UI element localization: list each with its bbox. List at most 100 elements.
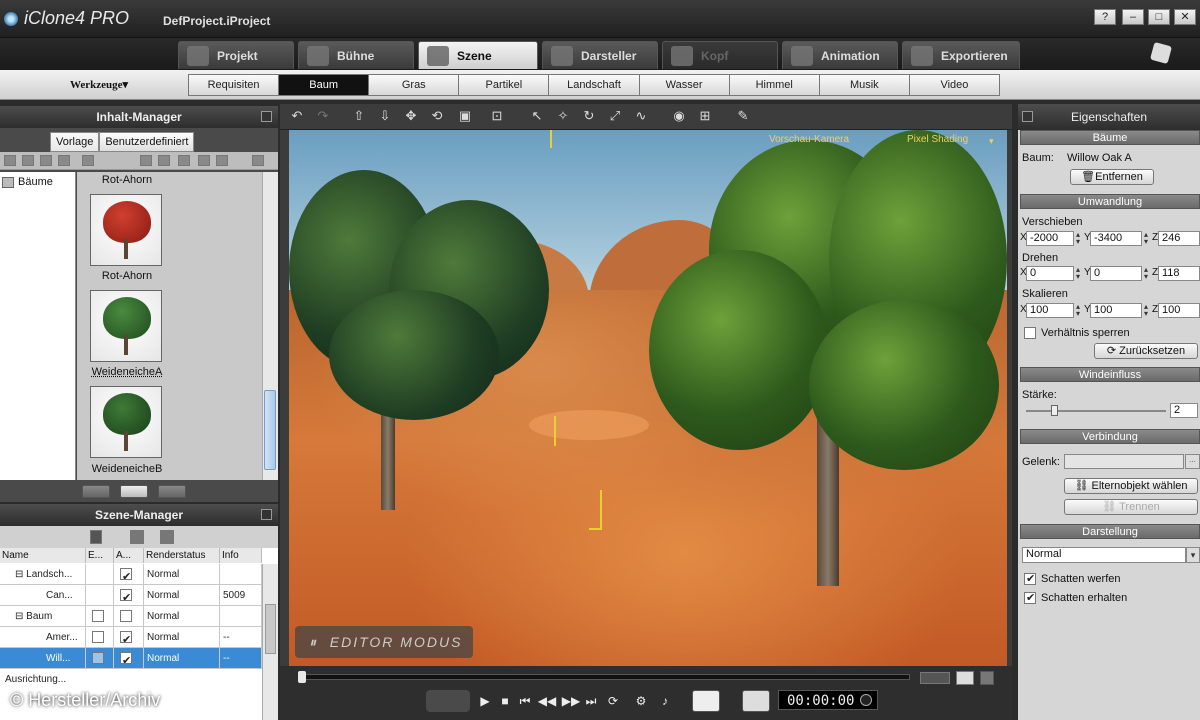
next-frame-icon[interactable]: ▶▶ (560, 690, 582, 712)
film-icon[interactable] (90, 530, 102, 544)
parent-button[interactable]: ⛓ Elternobjekt wählen (1064, 478, 1198, 494)
lock-icon[interactable] (980, 671, 994, 685)
thumb-weideneiche-b[interactable] (90, 386, 162, 458)
strength-input[interactable]: 2 (1170, 403, 1198, 418)
group-icon[interactable] (130, 530, 144, 544)
move-x-input[interactable]: -2000 (1026, 231, 1074, 246)
path-icon[interactable]: ∿ (634, 109, 648, 123)
subtab-wasser[interactable]: Wasser (639, 75, 730, 95)
ungroup-icon[interactable] (160, 530, 174, 544)
table-row[interactable]: ⊟ Baum Normal (0, 606, 262, 627)
col-name[interactable]: Name (0, 548, 86, 563)
delete-icon[interactable] (178, 155, 190, 166)
move-up-icon[interactable]: ⇧ (352, 109, 366, 123)
panel-collapse-icon[interactable] (261, 509, 272, 520)
select-icon[interactable]: ↖ (530, 109, 544, 123)
prev-frame-icon[interactable]: ◀◀ (536, 690, 558, 712)
spinner-icon[interactable]: ▴ ▾ (1142, 266, 1150, 281)
undo-icon[interactable]: ↶ (290, 109, 304, 123)
view-mode-icon[interactable] (216, 155, 228, 166)
camera-view-icon[interactable]: ◉ (672, 109, 686, 123)
clock-icon[interactable] (860, 694, 872, 706)
table-row[interactable]: Can... Normal 5009 (0, 585, 262, 606)
tab-kopf[interactable]: Kopf (662, 41, 778, 69)
active-checkbox[interactable] (120, 651, 132, 669)
3d-viewport[interactable]: Vorschau-Kamera Pixel Shading ▾ ⏸ EDITOR… (289, 130, 1007, 666)
col-e[interactable]: E... (86, 548, 114, 563)
thumb-rot-ahorn[interactable] (90, 194, 162, 266)
tools-menu[interactable]: Werkzeuge▾ (70, 78, 128, 91)
tab-buehne[interactable]: Bühne (298, 41, 414, 69)
scene-scrollbar-thumb[interactable] (265, 604, 276, 654)
col-a[interactable]: A... (114, 548, 144, 563)
tab-darsteller[interactable]: Darsteller (542, 41, 658, 69)
remove-button[interactable]: 🗑Entfernen (1070, 169, 1154, 185)
pick-icon[interactable]: ✧ (556, 109, 570, 123)
spinner-icon[interactable]: ▴ ▾ (1142, 303, 1150, 318)
section-darstellung[interactable]: Darstellung (1020, 524, 1200, 539)
paint-icon[interactable]: ✎ (736, 109, 750, 123)
spinner-icon[interactable]: ▴ ▾ (1074, 303, 1082, 318)
section-verbindung[interactable]: Verbindung (1020, 429, 1200, 444)
right-splitter[interactable] (1007, 130, 1012, 666)
scale-y-input[interactable]: 100 (1090, 303, 1142, 318)
library-scrollbar-thumb[interactable] (264, 390, 276, 470)
table-row[interactable]: Ausrichtung... (0, 669, 262, 690)
subtab-video[interactable]: Video (909, 75, 999, 95)
scale-icon[interactable]: ▣ (458, 109, 472, 123)
tab-animation[interactable]: Animation (782, 41, 898, 69)
rotate-y-input[interactable]: 0 (1090, 266, 1142, 281)
spinner-icon[interactable]: ▴ ▾ (1074, 231, 1082, 246)
section-umwandlung[interactable]: Umwandlung (1020, 194, 1200, 209)
table-row[interactable]: Amer... Normal -- (0, 627, 262, 648)
maximize-button[interactable]: □ (1148, 9, 1170, 25)
active-checkbox[interactable] (120, 588, 132, 606)
subtab-requisiten[interactable]: Requisiten (189, 75, 280, 95)
play-icon[interactable]: ▶ (474, 690, 496, 712)
scale-z-input[interactable]: 100 (1158, 303, 1200, 318)
close-button[interactable]: ✕ (1174, 9, 1196, 25)
scene-scrollbar[interactable] (262, 564, 278, 720)
left-splitter[interactable] (280, 130, 289, 666)
more-icon[interactable]: ... (1185, 454, 1200, 469)
range-buttons[interactable] (920, 672, 950, 684)
folder-add-icon[interactable] (22, 155, 34, 166)
move-icon[interactable]: ✥ (404, 109, 418, 123)
minimize-button[interactable]: – (1122, 9, 1144, 25)
edit-checkbox[interactable] (92, 652, 104, 664)
active-checkbox[interactable] (120, 567, 132, 585)
tab-vorlage[interactable]: Vorlage (50, 132, 100, 152)
detach-button[interactable]: ⛓ Trennen (1064, 499, 1198, 515)
speed-icon[interactable]: ⚙ (630, 690, 652, 712)
receive-shadow-checkbox[interactable] (1024, 591, 1036, 604)
active-checkbox[interactable] (120, 610, 132, 622)
chevron-down-icon[interactable]: ▾ (1186, 547, 1200, 563)
save-icon[interactable] (198, 155, 210, 166)
folder-remove-icon[interactable] (40, 155, 52, 166)
scale-x-input[interactable]: 100 (1026, 303, 1074, 318)
tab-benutzerdefiniert[interactable]: Benutzerdefiniert (99, 132, 195, 152)
edit-checkbox[interactable] (92, 631, 104, 643)
stop-icon[interactable]: ■ (494, 690, 516, 712)
help-button[interactable]: ? (1094, 9, 1116, 25)
lock-ratio-checkbox[interactable] (1024, 327, 1036, 339)
nav-up-button[interactable] (82, 485, 110, 498)
active-checkbox[interactable] (120, 630, 132, 648)
subtab-gras[interactable]: Gras (369, 75, 460, 95)
reset-button[interactable]: ⟳ Zurücksetzen (1094, 343, 1198, 359)
zoom-icon[interactable]: ⤢ (608, 109, 622, 123)
metronome-icon[interactable]: ♪ (654, 690, 676, 712)
panel-menu-icon[interactable] (1022, 111, 1033, 122)
options-icon[interactable] (252, 155, 264, 166)
tree-item-baeume[interactable]: Bäume (2, 176, 53, 188)
tab-szene[interactable]: Szene (418, 41, 538, 69)
last-frame-icon[interactable]: ⏭ (580, 690, 602, 712)
col-renderstatus[interactable]: Renderstatus (144, 548, 220, 563)
subtab-musik[interactable]: Musik (819, 75, 910, 95)
section-windeinfluss[interactable]: Windeinfluss (1020, 367, 1200, 382)
spinner-icon[interactable]: ▴ ▾ (1142, 231, 1150, 246)
camera-switch-icon[interactable] (742, 690, 770, 712)
fullscreen-icon[interactable]: ⊞ (698, 109, 712, 123)
move-z-input[interactable]: 246 (1158, 231, 1200, 246)
export-icon[interactable] (158, 155, 170, 166)
